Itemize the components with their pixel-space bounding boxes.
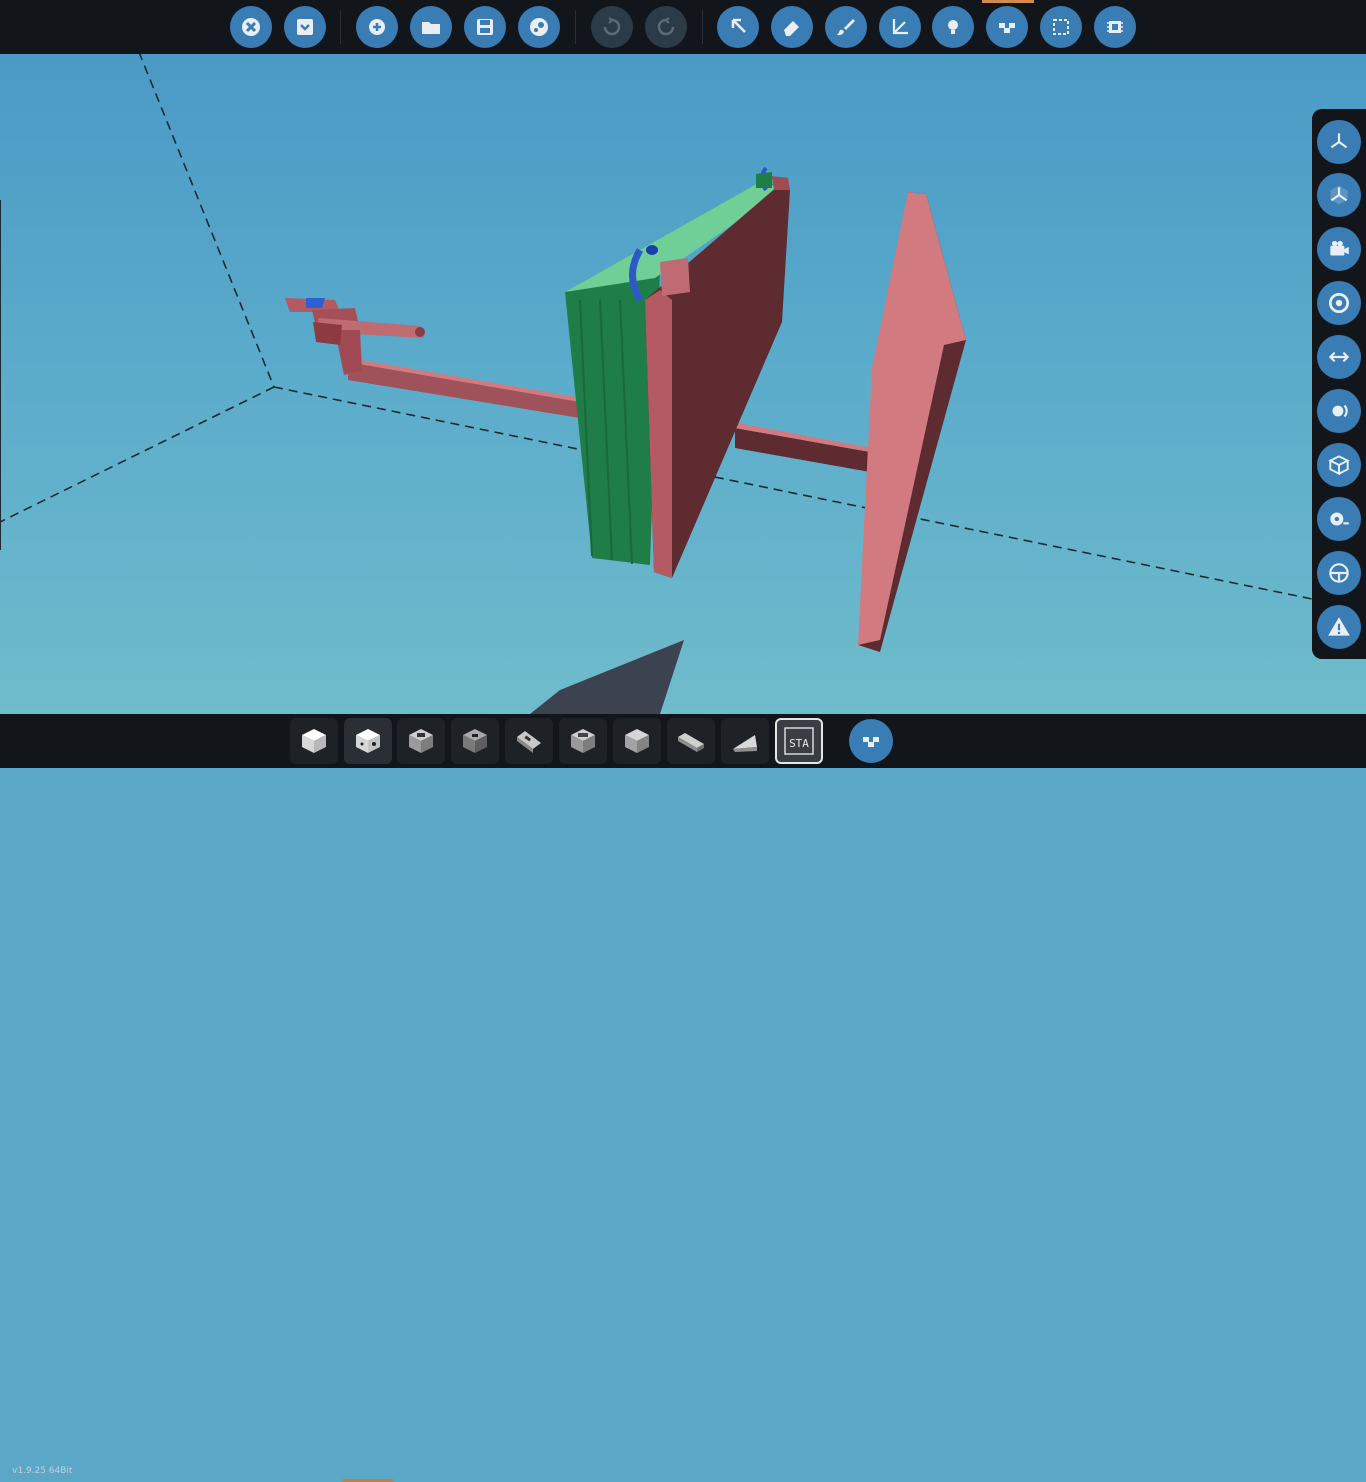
logic-tool-button[interactable] (986, 6, 1028, 48)
arm-tip-blue (306, 298, 325, 308)
open-button[interactable] (410, 6, 452, 48)
transfer-arrows-icon (1328, 351, 1350, 363)
add-icon (369, 19, 385, 35)
save-icon (477, 19, 493, 35)
block-gray-cube-3-icon (625, 729, 649, 753)
warning-button[interactable] (1317, 605, 1361, 649)
active-tool-indicator (982, 0, 1034, 3)
lights-tool-button[interactable] (932, 6, 974, 48)
redo-button[interactable] (645, 6, 687, 48)
target-button[interactable] (1317, 281, 1361, 325)
sta-label: STA (789, 737, 809, 750)
download-icon (297, 19, 313, 35)
inventory-slot-3[interactable] (397, 718, 445, 764)
center-of-mass-button[interactable] (1317, 389, 1361, 433)
cube-view-button[interactable] (1317, 173, 1361, 217)
sta-logo-icon: STA (784, 727, 814, 755)
measure-tape-icon (1330, 512, 1349, 526)
select-tool-button[interactable] (717, 6, 759, 48)
transform-tool-button[interactable] (879, 6, 921, 48)
mount-block (660, 258, 690, 296)
paint-brush-icon (837, 19, 855, 36)
block-wedge-icon (733, 735, 757, 752)
build-viewport[interactable] (0, 54, 1366, 714)
inventory-slot-7[interactable] (613, 718, 661, 764)
inventory-slot-10[interactable]: STA (775, 718, 823, 764)
dark-object (530, 640, 684, 714)
inventory-bar: v1.9.25 64Bit STA (0, 714, 1366, 1482)
top-toolbar (0, 0, 1366, 54)
warning-icon (1328, 617, 1350, 636)
block-gray-cube-icon (409, 729, 433, 753)
seat-icon (1329, 563, 1349, 583)
camera-button[interactable] (1317, 227, 1361, 271)
box-outline-icon (1328, 455, 1350, 476)
cube-axes-view-icon (1330, 185, 1348, 205)
transform-axes-icon (892, 19, 908, 35)
steam-icon (530, 18, 548, 36)
block-gray-cube-2-icon (571, 729, 595, 753)
rod-right (735, 428, 870, 472)
block-long-beam-icon (678, 733, 704, 752)
block-slab-icon (517, 731, 541, 753)
inventory-slot-6[interactable] (559, 718, 607, 764)
inventory-slot-4[interactable] (451, 718, 499, 764)
microcontroller-button[interactable] (1094, 6, 1136, 48)
selection-box-icon (1053, 19, 1069, 35)
axes-view-button[interactable] (1317, 120, 1361, 164)
seat-button[interactable] (1317, 551, 1361, 595)
eraser-icon (784, 21, 799, 36)
block-dark-cube-icon (463, 729, 487, 753)
block-cube-dot-icon (356, 729, 380, 753)
inventory-slot-2[interactable] (344, 718, 392, 764)
block-white-cube-icon (302, 729, 326, 753)
inventory-slot-9[interactable] (721, 718, 769, 764)
save-button[interactable] (464, 6, 506, 48)
logic-nodes-icon (863, 737, 879, 747)
close-icon (242, 18, 260, 36)
eraser-tool-button[interactable] (771, 6, 813, 48)
undo-icon (603, 17, 621, 36)
close-button[interactable] (230, 6, 272, 48)
download-button[interactable] (284, 6, 326, 48)
selection-tool-button[interactable] (1040, 6, 1082, 48)
center-of-mass-icon (1332, 404, 1348, 418)
logic-nodes-icon (999, 23, 1015, 33)
paint-tool-button[interactable] (825, 6, 867, 48)
inventory-slot-5[interactable] (505, 718, 553, 764)
vehicle-scene[interactable] (0, 54, 1366, 714)
microchip-icon (1107, 21, 1123, 33)
right-plate-face (858, 192, 966, 645)
inventory-slot-8[interactable] (667, 718, 715, 764)
right-side-panel (1312, 109, 1366, 659)
folder-icon (422, 22, 440, 34)
logic-mode-button[interactable] (849, 719, 893, 763)
target-icon (1328, 292, 1350, 314)
new-button[interactable] (356, 6, 398, 48)
redo-icon (657, 17, 675, 36)
transfer-button[interactable] (1317, 335, 1361, 379)
steam-button[interactable] (518, 6, 560, 48)
axes-view-icon (1330, 133, 1348, 149)
measure-button[interactable] (1317, 497, 1361, 541)
lightbulb-icon (948, 20, 958, 34)
version-label: v1.9.25 64Bit (12, 1466, 73, 1476)
undo-button[interactable] (591, 6, 633, 48)
inventory-slot-1[interactable] (290, 718, 338, 764)
camera-icon (1330, 240, 1349, 256)
select-cursor-icon (731, 18, 746, 33)
box-view-button[interactable] (1317, 443, 1361, 487)
